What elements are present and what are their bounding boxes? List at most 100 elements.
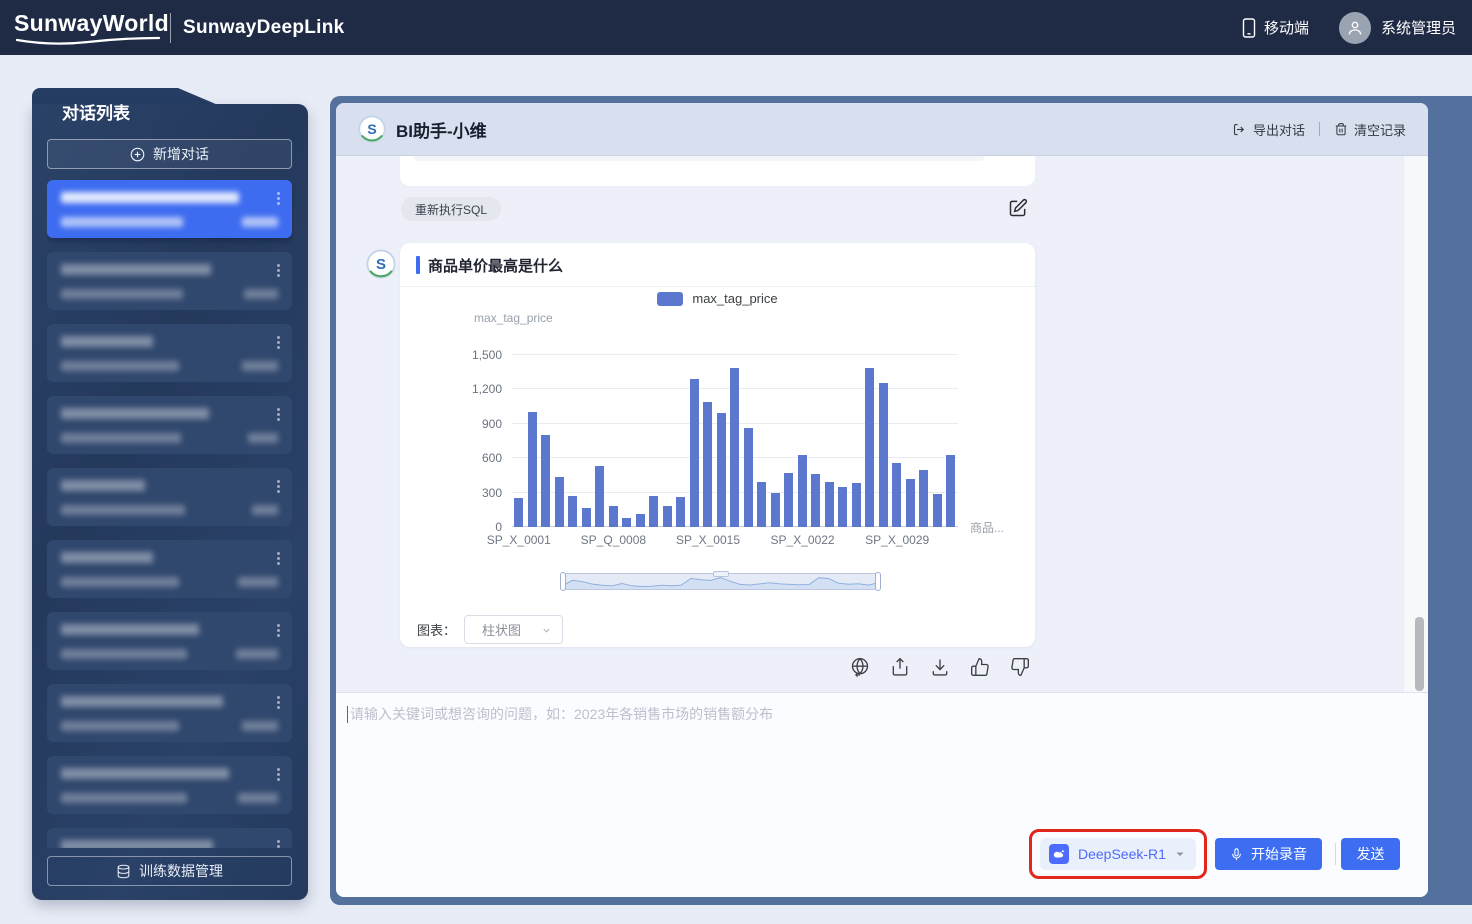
conversation-item[interactable] <box>47 756 292 814</box>
start-recording-label: 开始录音 <box>1251 844 1307 864</box>
chart-type-label: 图表： <box>417 620 456 639</box>
bar <box>649 496 658 527</box>
conversation-item[interactable] <box>47 612 292 670</box>
legend-swatch <box>657 292 683 306</box>
bar <box>906 479 915 527</box>
globe-icon[interactable] <box>850 657 870 677</box>
chart-type-select[interactable]: 柱状图 <box>464 615 563 644</box>
person-icon <box>1346 19 1364 37</box>
plus-circle-icon <box>130 147 145 162</box>
x-tick-label: SP_Q_0008 <box>581 533 646 547</box>
clear-label: 清空记录 <box>1354 120 1406 139</box>
more-options-icon[interactable] <box>277 192 280 205</box>
conversation-date-redacted <box>61 649 187 659</box>
bar <box>528 412 537 527</box>
start-recording-button[interactable]: 开始录音 <box>1215 838 1322 870</box>
card-divider <box>400 286 1035 287</box>
conversation-item[interactable] <box>47 540 292 598</box>
bar <box>514 498 523 527</box>
conversation-item[interactable] <box>47 396 292 454</box>
bar <box>730 368 739 527</box>
conversation-item[interactable] <box>47 324 292 382</box>
conversation-title-redacted <box>61 840 213 848</box>
new-conversation-button[interactable]: 新增对话 <box>47 139 292 169</box>
svg-text:S: S <box>376 256 386 273</box>
chart-type-value: 柱状图 <box>482 620 521 639</box>
scrollbar-track[interactable] <box>1403 156 1428 692</box>
model-selector[interactable]: DeepSeek-R1 <box>1040 838 1196 870</box>
bar <box>541 435 550 527</box>
more-options-icon[interactable] <box>277 264 280 277</box>
bar <box>946 455 955 527</box>
conversation-title-redacted <box>61 408 209 419</box>
conversation-item[interactable] <box>47 684 292 742</box>
send-button[interactable]: 发送 <box>1341 838 1400 870</box>
datazoom-left-handle[interactable] <box>560 572 566 591</box>
conversation-tag-redacted <box>236 649 278 659</box>
trash-icon <box>1334 122 1348 137</box>
clear-history-button[interactable]: 清空记录 <box>1334 120 1406 139</box>
conversation-meta <box>61 433 278 443</box>
thumbs-up-icon[interactable] <box>970 657 990 677</box>
more-options-icon[interactable] <box>277 408 280 421</box>
bar <box>703 402 712 527</box>
download-icon[interactable] <box>930 657 950 677</box>
bar <box>879 383 888 527</box>
more-options-icon[interactable] <box>277 552 280 565</box>
conversation-tag-redacted <box>242 361 278 371</box>
datazoom-slider[interactable] <box>562 573 879 590</box>
conversation-tag-redacted <box>248 433 278 443</box>
conversation-date-redacted <box>61 721 179 731</box>
bar <box>582 508 591 527</box>
bar <box>825 482 834 527</box>
database-icon <box>116 864 131 879</box>
conversation-meta <box>61 577 278 587</box>
edit-icon[interactable] <box>1008 198 1028 218</box>
more-options-icon[interactable] <box>277 696 280 709</box>
conversation-item[interactable] <box>47 828 292 848</box>
y-tick-label: 0 <box>495 520 502 534</box>
bar <box>622 518 631 527</box>
conversation-item[interactable] <box>47 468 292 526</box>
datazoom-grip[interactable] <box>713 571 729 577</box>
message-title: 商品单价最高是什么 <box>428 255 563 276</box>
more-options-icon[interactable] <box>277 624 280 637</box>
conversation-title-redacted <box>61 768 229 779</box>
bar <box>865 368 874 527</box>
conversation-date-redacted <box>61 289 183 299</box>
bar <box>676 497 685 527</box>
thumbs-down-icon[interactable] <box>1010 657 1030 677</box>
assistant-avatar-icon: S <box>358 115 386 143</box>
share-icon[interactable] <box>890 657 910 677</box>
datazoom-right-handle[interactable] <box>875 572 881 591</box>
chat-scroll-area[interactable]: goods_no; 重新执行SQL S 商品单价最高是什么 max_tag_pr… <box>336 156 1428 692</box>
bar <box>609 506 618 527</box>
send-label: 发送 <box>1357 844 1385 864</box>
mobile-link[interactable]: 移动端 <box>1241 17 1309 38</box>
more-options-icon[interactable] <box>277 840 280 848</box>
conversation-item[interactable] <box>47 180 292 238</box>
more-options-icon[interactable] <box>277 768 280 781</box>
conversation-date-redacted <box>61 217 183 227</box>
conversation-item[interactable] <box>47 252 292 310</box>
chart-legend[interactable]: max_tag_price <box>400 291 1035 306</box>
conversation-tag-redacted <box>242 721 278 731</box>
conversation-date-redacted <box>61 577 179 587</box>
export-conversation-button[interactable]: 导出对话 <box>1232 120 1305 139</box>
bar <box>744 428 753 527</box>
rerun-sql-button[interactable]: 重新执行SQL <box>401 197 501 221</box>
application-window: SunwayWorld SunwayDeepLink 移动端 系统管理员 对话列… <box>0 0 1472 924</box>
title-accent-bar <box>416 256 420 274</box>
train-data-button[interactable]: 训练数据管理 <box>47 856 292 886</box>
more-options-icon[interactable] <box>277 480 280 493</box>
user-name[interactable]: 系统管理员 <box>1381 17 1456 38</box>
bar <box>811 474 820 527</box>
conversation-meta <box>61 793 278 803</box>
more-options-icon[interactable] <box>277 336 280 349</box>
message-input-area[interactable]: 请输入关键词或想咨询的问题，如：2023年各销售市场的销售额分布 DeepSee… <box>336 692 1428 897</box>
scrollbar-thumb[interactable] <box>1415 617 1424 691</box>
x-tick-label: SP_X_0015 <box>676 533 740 547</box>
x-axis-name: 商品... <box>970 519 1004 536</box>
svg-text:S: S <box>367 121 376 137</box>
user-avatar[interactable] <box>1339 12 1371 44</box>
